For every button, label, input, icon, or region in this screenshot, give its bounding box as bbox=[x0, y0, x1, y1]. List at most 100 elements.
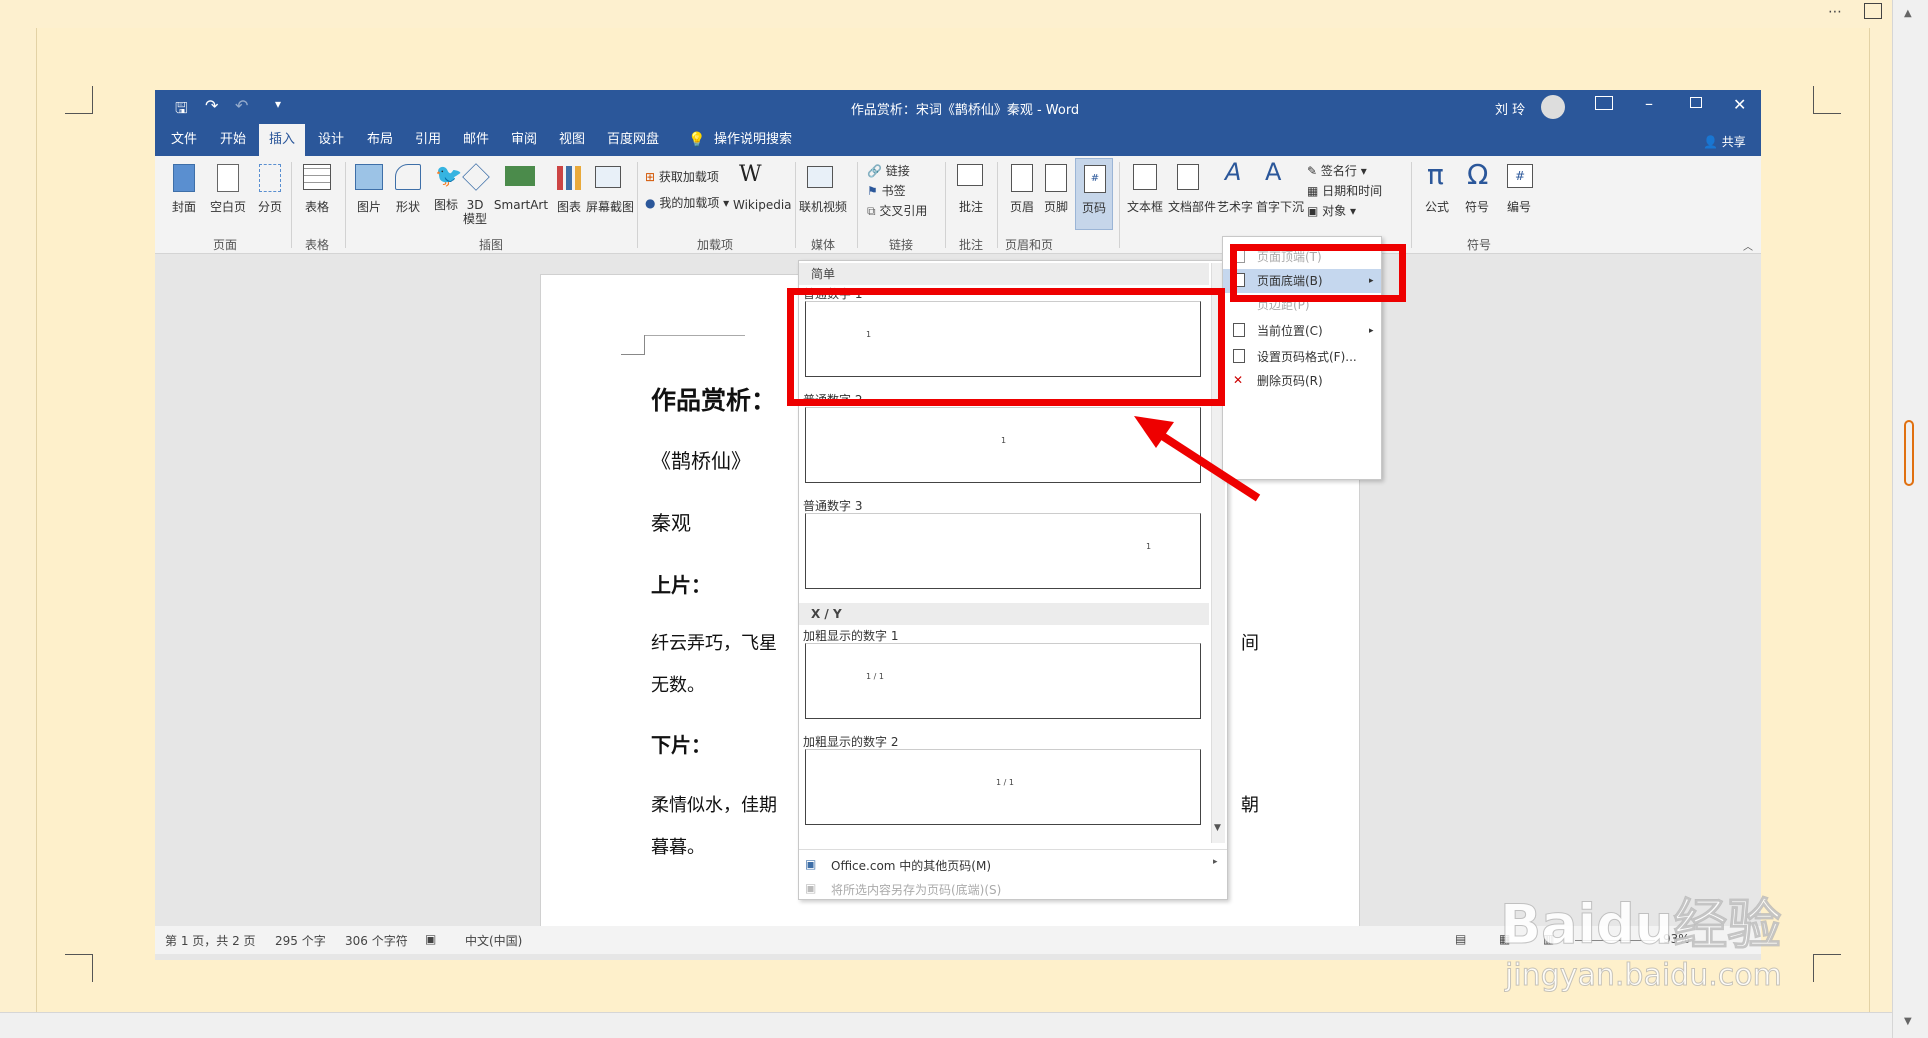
cross-reference-button[interactable]: ⧉ 交叉引用 bbox=[867, 202, 927, 219]
tell-me-search[interactable]: 操作说明搜索 bbox=[708, 124, 798, 156]
icons-icon: 🐦 bbox=[435, 164, 463, 189]
text-box-button[interactable]: 文本框 bbox=[1123, 198, 1167, 215]
watermark-brand: Baidu经验 bbox=[1499, 893, 1782, 957]
page-count[interactable]: 第 1 页，共 2 页 bbox=[165, 932, 256, 949]
equation-button[interactable]: 公式 bbox=[1419, 198, 1455, 215]
shapes-button[interactable]: 形状 bbox=[389, 198, 427, 215]
restore-window-icon[interactable] bbox=[1864, 3, 1882, 19]
tab-mailings[interactable]: 邮件 bbox=[453, 124, 499, 156]
number-button[interactable]: 编号 bbox=[1499, 198, 1539, 215]
tab-baidu-netdisk[interactable]: 百度网盘 bbox=[600, 124, 666, 156]
get-addins-label: 获取加载项 bbox=[658, 170, 719, 184]
header-button[interactable]: 页眉 bbox=[1005, 198, 1039, 215]
date-time-button[interactable]: ▦ 日期和时间 bbox=[1307, 182, 1382, 199]
scroll-thumb[interactable] bbox=[1904, 420, 1914, 486]
equation-icon: π bbox=[1427, 158, 1444, 191]
word-window: 🖫 ↷ ↶ ▾ 作品赏析：宋词《鹊桥仙》秦观 - Word 刘 玲 – ✕ 文件… bbox=[155, 90, 1761, 960]
ribbon-display-icon[interactable] bbox=[1595, 96, 1613, 110]
outer-scrollbar[interactable]: ▲ ▼ bbox=[1892, 0, 1928, 1038]
doc-line-8[interactable]: 暮暮。 bbox=[651, 833, 705, 859]
proofing-icon[interactable]: ▣ bbox=[425, 932, 436, 946]
signature-line-button[interactable]: ✎ 签名行 ▾ bbox=[1307, 162, 1367, 179]
doc-line-5[interactable]: 无数。 bbox=[651, 671, 705, 697]
menu-remove-page-numbers[interactable]: 删除页码(R) bbox=[1223, 369, 1381, 393]
doc-line-title[interactable]: 《鹊桥仙》 bbox=[651, 445, 751, 474]
comment-button[interactable]: 批注 bbox=[951, 198, 991, 215]
redo-icon[interactable]: ↷ bbox=[205, 96, 218, 115]
wikipedia-button[interactable]: Wikipedia bbox=[733, 198, 792, 212]
date-time-label: 日期和时间 bbox=[1322, 184, 1383, 198]
symbol-button[interactable]: 符号 bbox=[1459, 198, 1495, 215]
page-number-button[interactable]: # 页码 bbox=[1075, 158, 1113, 230]
maximize-icon[interactable] bbox=[1690, 97, 1702, 108]
save-icon[interactable]: 🖫 bbox=[175, 98, 188, 123]
icons-button[interactable]: 图标 bbox=[433, 198, 459, 212]
text-box-icon bbox=[1133, 164, 1157, 190]
more-page-numbers-link[interactable]: Office.com 中的其他页码(M) bbox=[831, 857, 991, 874]
pictures-button[interactable]: 图片 bbox=[351, 198, 387, 215]
screenshot-button[interactable]: 屏幕截图 bbox=[585, 198, 635, 215]
gallery-item-bold-number-1[interactable]: 1 / 1 bbox=[805, 643, 1201, 719]
online-video-button[interactable]: 联机视频 bbox=[795, 198, 851, 215]
object-button[interactable]: ▣ 对象 ▾ bbox=[1307, 202, 1356, 219]
chart-icon bbox=[557, 166, 581, 190]
gallery-item-bold-number-2[interactable]: 1 / 1 bbox=[805, 749, 1201, 825]
get-addins-button[interactable]: ⊞ 获取加载项 bbox=[645, 168, 719, 185]
table-button[interactable]: 表格 bbox=[295, 198, 339, 215]
page-number-label: 页码 bbox=[1081, 201, 1106, 215]
doc-line-4[interactable]: 纤云弄巧，飞星 bbox=[651, 629, 777, 655]
tab-layout[interactable]: 布局 bbox=[357, 124, 403, 156]
header-icon bbox=[1011, 164, 1033, 192]
gallery-item-plain-number-3[interactable]: 1 bbox=[805, 513, 1201, 589]
avatar[interactable] bbox=[1541, 95, 1565, 119]
chart-button[interactable]: 图表 bbox=[553, 198, 585, 215]
blank-page-button[interactable]: 空白页 bbox=[205, 198, 251, 215]
my-addins-button[interactable]: ● 我的加载项 ▾ bbox=[645, 194, 729, 211]
doc-fragment-1[interactable]: 间 bbox=[1241, 629, 1259, 655]
share-button[interactable]: 👤 共享 bbox=[1703, 133, 1746, 150]
close-window-icon[interactable]: ✕ bbox=[1733, 95, 1746, 114]
doc-line-7[interactable]: 柔情似水，佳期 bbox=[651, 791, 777, 817]
menu-format-page-numbers[interactable]: 设置页码格式(F)... bbox=[1223, 345, 1381, 369]
tab-references[interactable]: 引用 bbox=[405, 124, 451, 156]
sample-xy: 1 / 1 bbox=[996, 778, 1014, 787]
undo-icon[interactable]: ↶ bbox=[235, 96, 248, 115]
group-symbols-label: 符号 bbox=[1466, 238, 1491, 252]
menu-current-position[interactable]: 当前位置(C) ▸ bbox=[1223, 319, 1381, 343]
link-button[interactable]: 🔗 链接 bbox=[867, 162, 910, 179]
3d-models-button[interactable]: 3D 模型 bbox=[459, 198, 491, 226]
more-icon[interactable]: ⋯ bbox=[1828, 4, 1842, 20]
bookmark-button[interactable]: ⚑ 书签 bbox=[867, 182, 906, 199]
footer-button[interactable]: 页脚 bbox=[1039, 198, 1073, 215]
drop-cap-button[interactable]: 首字下沉 bbox=[1255, 198, 1305, 215]
quick-parts-button[interactable]: 文档部件 bbox=[1167, 198, 1217, 215]
tab-view[interactable]: 视图 bbox=[549, 124, 595, 156]
doc-fragment-2[interactable]: 朝 bbox=[1241, 791, 1259, 817]
doc-heading[interactable]: 作品赏析： bbox=[651, 381, 776, 417]
smartart-button[interactable]: SmartArt bbox=[493, 198, 549, 212]
collapse-ribbon-icon[interactable]: ︿ bbox=[1743, 238, 1753, 253]
footer-icon bbox=[1045, 164, 1067, 192]
tab-insert[interactable]: 插入 bbox=[259, 124, 305, 156]
outer-top-bar: ⋯ ✕ bbox=[0, 0, 1928, 28]
doc-line-upper[interactable]: 上片： bbox=[651, 569, 711, 598]
tab-file[interactable]: 文件 bbox=[161, 124, 207, 156]
word-count[interactable]: 295 个字 bbox=[275, 932, 326, 949]
tab-design[interactable]: 设计 bbox=[308, 124, 354, 156]
title-bar: 🖫 ↷ ↶ ▾ 作品赏析：宋词《鹊桥仙》秦观 - Word 刘 玲 – ✕ bbox=[155, 90, 1761, 124]
save-selection-icon: ▣ bbox=[805, 881, 817, 895]
remove-icon: ✕ bbox=[1233, 373, 1244, 387]
wordart-button[interactable]: 艺术字 bbox=[1215, 198, 1255, 215]
cover-button[interactable]: 封面 bbox=[165, 198, 203, 215]
language[interactable]: 中文(中国) bbox=[465, 932, 522, 949]
page-break-button[interactable]: 分页 bbox=[253, 198, 287, 215]
doc-line-author[interactable]: 秦观 bbox=[651, 507, 691, 536]
doc-line-lower[interactable]: 下片： bbox=[651, 729, 711, 758]
read-mode-icon[interactable]: ▤ bbox=[1455, 932, 1466, 946]
char-count[interactable]: 306 个字符 bbox=[345, 932, 408, 949]
tab-home[interactable]: 开始 bbox=[210, 124, 256, 156]
customize-qat-icon[interactable]: ▾ bbox=[275, 97, 281, 111]
save-selection-item[interactable]: 将所选内容另存为页码(底端)(S) bbox=[831, 881, 1001, 898]
minimize-icon[interactable]: – bbox=[1645, 94, 1653, 113]
tab-review[interactable]: 审阅 bbox=[501, 124, 547, 156]
